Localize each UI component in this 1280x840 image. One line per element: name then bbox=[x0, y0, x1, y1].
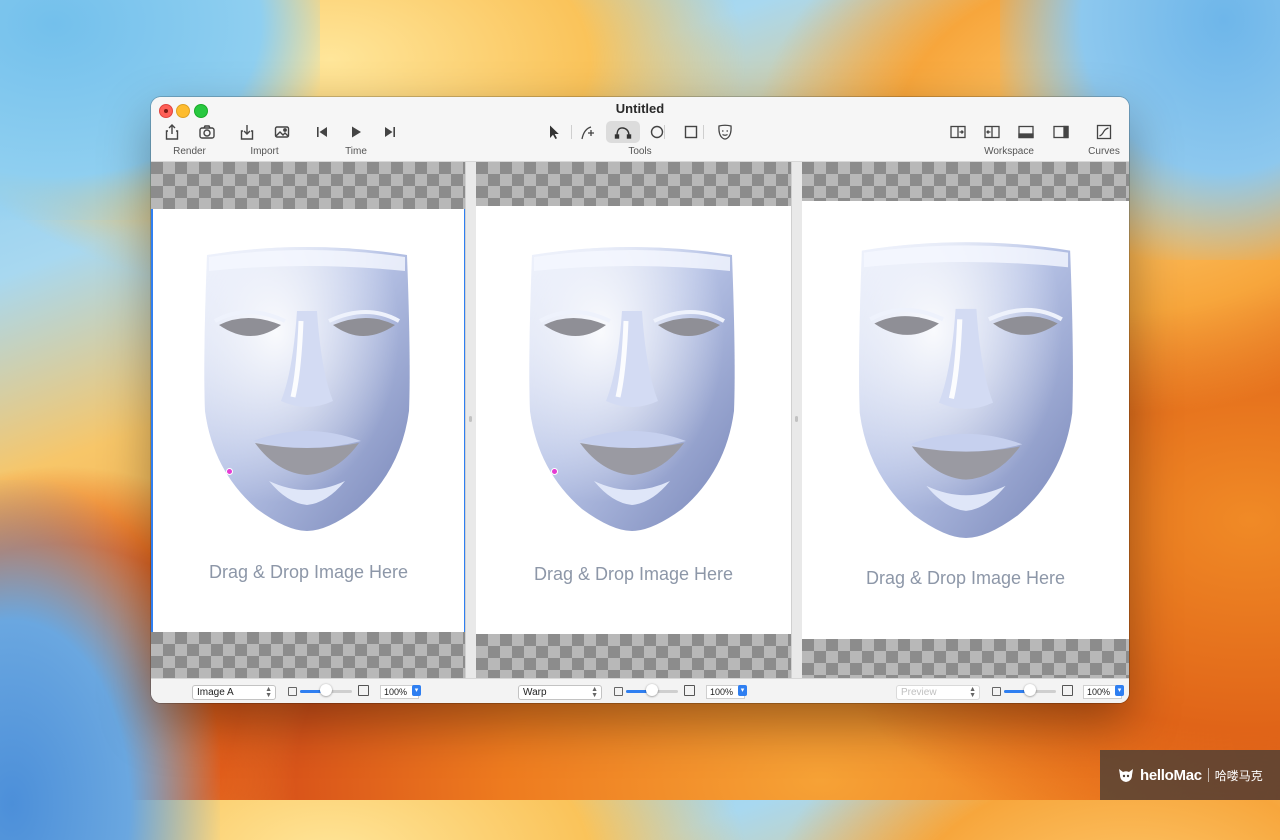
transparency-checker bbox=[476, 634, 791, 678]
render-label: Render bbox=[173, 146, 206, 157]
watermark-brand: helloMac bbox=[1140, 766, 1202, 784]
zoom-stepper-icon[interactable]: ▾ bbox=[738, 685, 747, 696]
watermark-separator bbox=[1207, 768, 1209, 782]
curve-tool-icon[interactable] bbox=[606, 121, 640, 143]
rectangle-tool-icon[interactable] bbox=[679, 122, 703, 142]
watermark-cn: 哈喽马克 bbox=[1214, 768, 1263, 783]
image-icon[interactable] bbox=[270, 122, 294, 142]
share-icon[interactable] bbox=[160, 122, 184, 142]
transparency-checker bbox=[802, 162, 1129, 201]
ellipse-tool-icon[interactable] bbox=[645, 122, 669, 142]
play-icon[interactable] bbox=[344, 122, 368, 142]
drop-zone-text: Drag & Drop Image Here bbox=[208, 562, 409, 582]
window-title: Untitled bbox=[615, 101, 665, 116]
zoom-in-icon[interactable] bbox=[684, 685, 695, 696]
zoom-stepper-icon[interactable]: ▾ bbox=[1115, 685, 1124, 696]
image-selector-value: Image A bbox=[197, 687, 234, 698]
add-point-icon[interactable] bbox=[576, 122, 600, 142]
warp-selector[interactable]: Warp ▲ ▼ bbox=[518, 685, 602, 700]
import-icon[interactable] bbox=[235, 122, 259, 142]
chevron-updown-icon: ▲ ▼ bbox=[591, 686, 598, 699]
bottom-panel-icon[interactable] bbox=[1014, 122, 1038, 142]
control-point[interactable] bbox=[551, 468, 558, 475]
pointer-icon[interactable] bbox=[542, 122, 566, 142]
face-tool-icon[interactable] bbox=[713, 122, 737, 142]
skip-forward-icon[interactable] bbox=[378, 122, 402, 142]
skip-back-icon[interactable] bbox=[310, 122, 334, 142]
bottom-bar: Image A ▲ ▼ 100% ▾ Warp ▲ ▼ 100% ▾ Preview… bbox=[151, 678, 1129, 703]
toolbar: Untitled Render Import Time Tools Worksp… bbox=[151, 97, 1129, 162]
camera-icon[interactable] bbox=[195, 122, 219, 142]
warp-selector-value: Warp bbox=[523, 687, 547, 698]
face-image bbox=[197, 240, 417, 532]
watermark: helloMac 哈喽马克 bbox=[1100, 750, 1280, 800]
image-selector[interactable]: Image A ▲ ▼ bbox=[192, 685, 276, 700]
curves-icon[interactable] bbox=[1092, 122, 1116, 142]
zoom-out-icon[interactable] bbox=[288, 687, 297, 696]
image-a-panel[interactable]: Drag & Drop Image Here bbox=[151, 162, 466, 678]
preview-selector-value: Preview bbox=[901, 687, 937, 698]
transparency-checker bbox=[151, 162, 466, 209]
right-panel-icon[interactable] bbox=[1049, 122, 1073, 142]
tools-label: Tools bbox=[628, 146, 652, 157]
toolbar-separator bbox=[703, 125, 704, 139]
warp-panel[interactable]: Drag & Drop Image Here bbox=[476, 162, 791, 678]
preview-selector[interactable]: Preview ▲ ▼ bbox=[896, 685, 980, 700]
transparency-checker bbox=[802, 639, 1129, 678]
import-label: Import bbox=[250, 146, 279, 157]
drop-zone-text: Drag & Drop Image Here bbox=[533, 564, 734, 584]
zoom-slider-knob[interactable] bbox=[320, 684, 332, 696]
layout-icon[interactable] bbox=[980, 122, 1004, 142]
app-window: Untitled Render Import Time Tools Worksp… bbox=[151, 97, 1129, 703]
time-label: Time bbox=[345, 146, 367, 157]
control-point[interactable] bbox=[226, 468, 233, 475]
drop-zone-text: Drag & Drop Image Here bbox=[865, 568, 1066, 588]
workspace-label: Workspace bbox=[984, 146, 1034, 157]
zoom-stepper-icon[interactable]: ▾ bbox=[412, 685, 421, 696]
split-view-icon[interactable] bbox=[946, 122, 970, 142]
toolbar-separator bbox=[664, 125, 665, 139]
transparency-checker bbox=[151, 632, 466, 678]
chevron-updown-icon: ▲ ▼ bbox=[969, 686, 976, 699]
preview-panel[interactable]: Drag & Drop Image Here bbox=[802, 162, 1129, 678]
chevron-updown-icon: ▲ ▼ bbox=[265, 686, 272, 699]
zoom-out-icon[interactable] bbox=[614, 687, 623, 696]
zoom-in-icon[interactable] bbox=[358, 685, 369, 696]
zoom-in-icon[interactable] bbox=[1062, 685, 1073, 696]
toolbar-separator bbox=[571, 125, 572, 139]
zoom-slider-knob[interactable] bbox=[1024, 684, 1036, 696]
curves-label: Curves bbox=[1088, 146, 1120, 157]
zoom-slider-knob[interactable] bbox=[646, 684, 658, 696]
hellomac-logo-icon bbox=[1119, 769, 1133, 782]
face-image bbox=[522, 240, 742, 532]
zoom-out-icon[interactable] bbox=[992, 687, 1001, 696]
face-image bbox=[850, 236, 1082, 538]
transparency-checker bbox=[476, 162, 791, 206]
